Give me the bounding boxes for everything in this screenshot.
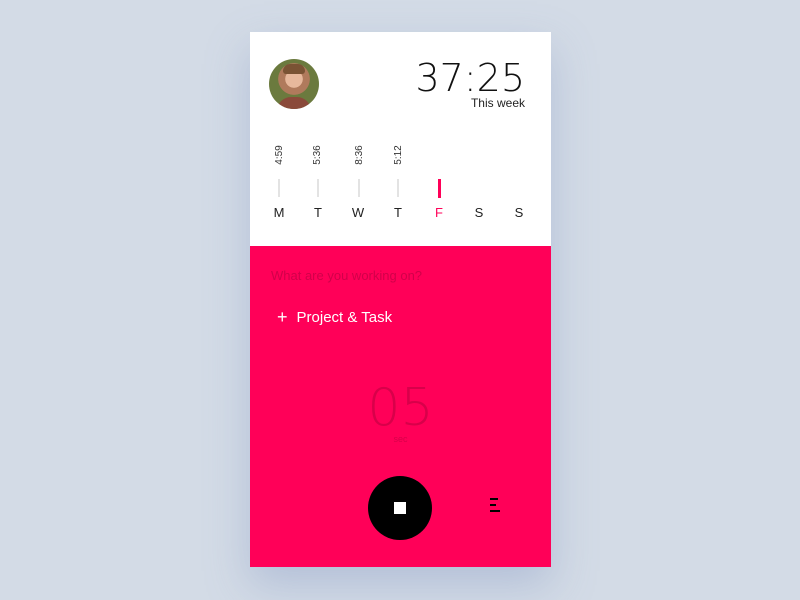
menu-icon-line [490,510,500,512]
day-bar-tue[interactable] [317,179,319,197]
timer-value: 05 [367,378,434,438]
avatar[interactable] [269,59,319,109]
day-bar-mon[interactable] [278,179,280,197]
day-bar-fri[interactable] [438,179,441,198]
day-value-tue: 5:36 [312,145,323,165]
day-label-fri[interactable]: F [429,205,449,220]
timer-unit: sec [393,434,408,444]
avatar-hair [283,64,305,74]
add-project-task-label: Project & Task [296,308,393,326]
menu-icon-line [490,504,496,506]
day-label-sat[interactable]: S [469,205,489,220]
day-label-wed[interactable]: W [348,205,368,220]
menu-icon[interactable] [490,497,500,513]
day-value-wed: 8:36 [354,145,365,165]
day-bar-thu[interactable] [397,179,399,197]
task-prompt[interactable]: What are you working on? [271,268,422,283]
weekly-summary-panel: 37:25 This week 4:59 5:36 8:36 5:12 M T … [250,32,551,246]
add-project-task-button[interactable]: + Project & Task [277,308,392,326]
day-label-thu[interactable]: T [388,205,408,220]
day-label-mon[interactable]: M [269,205,289,220]
plus-icon: + [277,307,288,327]
day-value-thu: 5:12 [393,145,404,165]
day-value-mon: 4:59 [274,145,285,165]
stop-button[interactable] [368,476,432,540]
menu-icon-line [490,498,498,500]
time-tracker-card: 37:25 This week 4:59 5:36 8:36 5:12 M T … [250,32,551,567]
avatar-shirt [277,97,311,109]
stop-icon [394,502,406,514]
day-bar-wed[interactable] [358,179,360,197]
day-label-tue[interactable]: T [308,205,328,220]
day-label-sun[interactable]: S [509,205,529,220]
weekly-total-label: This week [470,96,525,110]
tracker-panel: What are you working on? + Project & Tas… [250,246,551,567]
weekly-total-time: 37:25 [415,56,525,100]
